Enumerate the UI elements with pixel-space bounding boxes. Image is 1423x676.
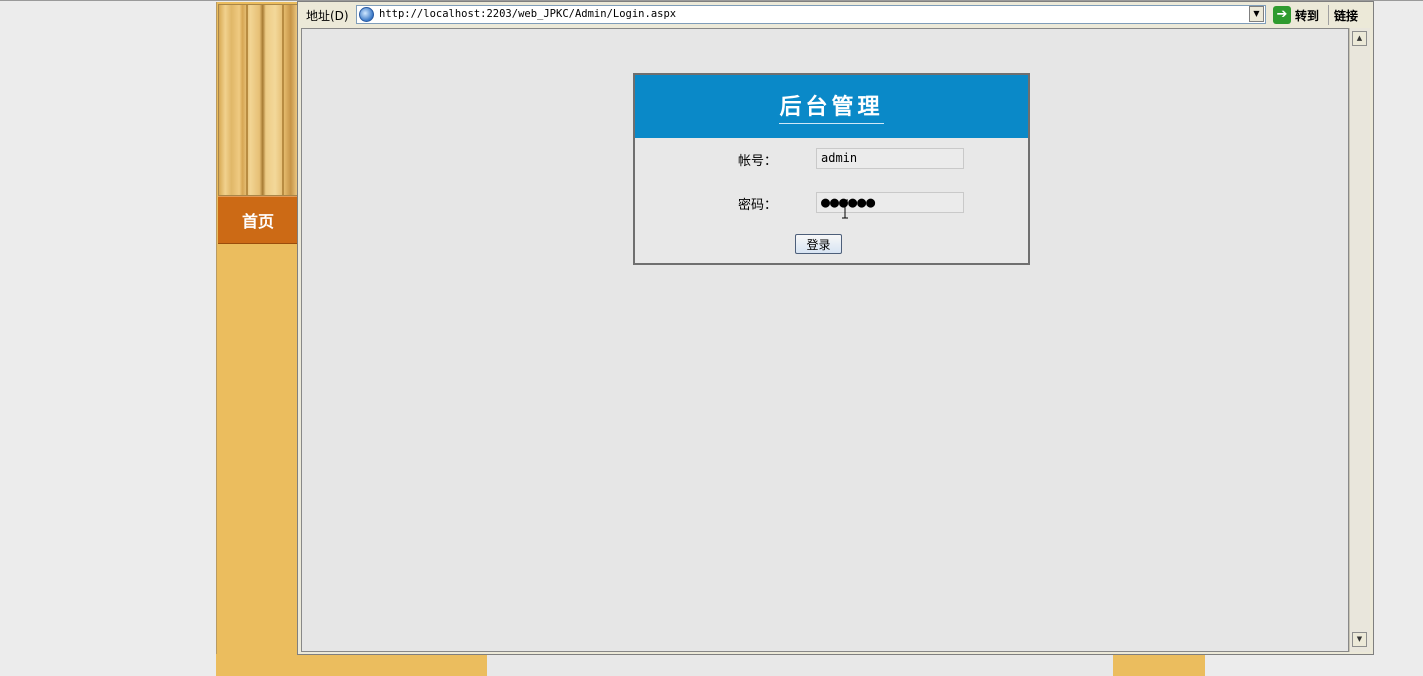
login-title: 后台管理 <box>779 89 884 124</box>
links-button[interactable]: 链接 <box>1334 7 1358 24</box>
nav-home-link[interactable]: 首页 <box>218 196 298 244</box>
address-bar: 地址(D) http://localhost:2203/web_JPKC/Adm… <box>298 2 1373 28</box>
address-input[interactable]: http://localhost:2203/web_JPKC/Admin/Log… <box>356 5 1266 24</box>
bottom-strip-middle <box>487 654 1113 676</box>
go-arrow-icon[interactable]: ➔ <box>1273 6 1291 24</box>
address-url: http://localhost:2203/web_JPKC/Admin/Log… <box>379 8 677 20</box>
browser-window: 地址(D) http://localhost:2203/web_JPKC/Adm… <box>297 1 1374 655</box>
account-input[interactable]: admin <box>816 148 964 169</box>
address-dropdown-button[interactable]: ▼ <box>1249 6 1264 22</box>
vertical-scrollbar[interactable]: ▲ ▼ <box>1349 28 1370 652</box>
login-header: 后台管理 <box>635 75 1028 138</box>
wood-banner-image <box>218 4 298 196</box>
text-cursor-icon <box>842 199 848 219</box>
page-content: 后台管理 帐号： admin 密码： ●●●●●● 登录 <box>301 28 1349 652</box>
address-label: 地址(D) <box>306 9 349 23</box>
bottom-strip-right <box>1113 654 1205 676</box>
password-input[interactable]: ●●●●●● <box>816 192 964 213</box>
scroll-up-icon[interactable]: ▲ <box>1352 31 1367 46</box>
login-panel: 后台管理 帐号： admin 密码： ●●●●●● 登录 <box>633 73 1030 265</box>
ie-page-icon <box>359 7 374 22</box>
password-label: 密码： <box>738 198 778 213</box>
login-button[interactable]: 登录 <box>795 234 842 254</box>
account-label: 帐号： <box>738 154 778 169</box>
scroll-down-icon[interactable]: ▼ <box>1352 632 1367 647</box>
go-button[interactable]: 转到 <box>1295 7 1319 24</box>
bottom-strip-left <box>216 654 487 676</box>
toolbar-separator <box>1328 5 1329 25</box>
